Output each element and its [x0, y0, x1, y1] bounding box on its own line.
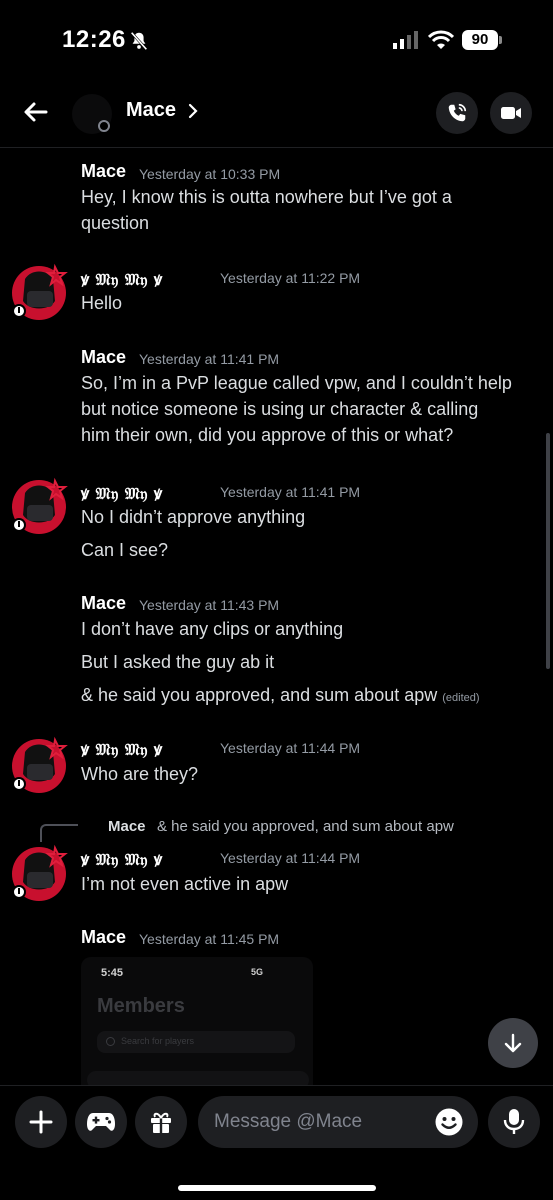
message-timestamp: Yesterday at 11:43 PM [139, 597, 280, 613]
phone-icon [448, 103, 467, 122]
offline-status-icon [98, 120, 110, 132]
user-avatar[interactable] [11, 734, 71, 794]
arrow-down-icon [504, 1033, 522, 1053]
video-call-button[interactable] [490, 92, 532, 134]
gamepad-icon [87, 1113, 115, 1131]
message-text: Who are they? [81, 764, 199, 784]
activities-button[interactable] [75, 1096, 127, 1148]
gift-icon [151, 1112, 171, 1133]
reply-preview[interactable]: & he said you approved, and sum about ap… [157, 818, 454, 835]
chat-header: Mace [0, 80, 553, 148]
header-username[interactable]: Mace [126, 99, 176, 122]
image-attachment[interactable]: 5:45 5G Members Search for players [81, 957, 313, 1085]
video-camera-icon [501, 107, 521, 119]
attachment-time: 5:45 [101, 967, 124, 979]
message-timestamp: Yesterday at 11:44 PM [220, 850, 361, 866]
attachment-search-field: Search for players [97, 1031, 295, 1053]
edited-label: (edited) [442, 692, 480, 704]
message-list[interactable]: Mace Yesterday at 10:33 PM Hey, I know t… [0, 149, 553, 1085]
message-timestamp: Yesterday at 11:44 PM [220, 740, 361, 756]
message-timestamp: Yesterday at 11:22 PM [220, 270, 361, 286]
microphone-icon [503, 1109, 525, 1134]
chevron-right-icon[interactable] [186, 101, 200, 121]
back-arrow-icon[interactable] [20, 96, 52, 128]
cellular-signal-icon [393, 31, 418, 49]
home-indicator [178, 1185, 376, 1191]
message-input[interactable]: Message @Mace [198, 1096, 478, 1148]
emoji-icon[interactable] [434, 1107, 464, 1137]
message-text: question [81, 213, 150, 233]
message-timestamp: Yesterday at 10:33 PM [139, 166, 281, 182]
message-text: Hello [81, 293, 123, 313]
message-author[interactable]: ꝟ 𝔐𝔶 𝔐𝔶 ꝟ [81, 738, 163, 760]
voice-call-button[interactable] [436, 92, 478, 134]
message-text: & he said you approved, and sum about ap… [81, 682, 541, 711]
user-avatar[interactable] [11, 842, 71, 902]
attachment-search-placeholder: Search for players [121, 1036, 195, 1046]
message-text: I don’t have any clips or anything [81, 619, 344, 639]
message-text: Can I see? [81, 540, 169, 560]
message-author[interactable]: Mace [81, 347, 126, 368]
battery-tip [499, 36, 502, 44]
message-text: but notice someone is using ur character… [81, 399, 479, 419]
gift-button[interactable] [135, 1096, 187, 1148]
message-timestamp: Yesterday at 11:41 PM [220, 484, 361, 500]
message-text: Hey, I know this is outta nowhere but I’… [81, 187, 452, 207]
message-input-placeholder: Message @Mace [214, 1111, 363, 1132]
user-avatar[interactable] [11, 261, 71, 321]
message-author[interactable]: ꝟ 𝔐𝔶 𝔐𝔶 ꝟ [81, 848, 163, 870]
message-author[interactable]: Mace [81, 161, 126, 182]
wifi-icon [428, 30, 454, 49]
message-text: him their own, did you approve of this o… [81, 425, 454, 445]
user-avatar[interactable] [11, 475, 71, 535]
bell-slash-icon [130, 31, 148, 51]
message-author[interactable]: ꝟ 𝔐𝔶 𝔐𝔶 ꝟ [81, 268, 163, 290]
message-author[interactable]: Mace [81, 927, 126, 948]
jump-to-latest-button[interactable] [488, 1018, 538, 1068]
plus-icon [29, 1110, 53, 1134]
add-attachment-button[interactable] [15, 1096, 67, 1148]
attachment-filter-row [87, 1071, 309, 1085]
message-timestamp: Yesterday at 11:41 PM [139, 351, 280, 367]
status-bar: 12:26 90 [0, 0, 553, 80]
scrollbar[interactable] [546, 433, 550, 669]
search-icon [106, 1037, 115, 1046]
message-text: So, I’m in a PvP league called vpw, and … [81, 373, 512, 393]
message-composer: Message @Mace [0, 1085, 553, 1200]
battery-indicator: 90 [462, 30, 498, 50]
message-author[interactable]: ꝟ 𝔐𝔶 𝔐𝔶 ꝟ [81, 482, 163, 504]
message-text: No I didn’t approve anything [81, 507, 306, 527]
voice-message-button[interactable] [488, 1096, 540, 1148]
reply-connector [40, 824, 78, 842]
status-time: 12:26 [62, 26, 126, 53]
attachment-network: 5G [251, 967, 264, 977]
message-timestamp: Yesterday at 11:45 PM [139, 931, 280, 947]
attachment-title: Members [97, 995, 185, 1017]
message-text-content: & he said you approved, and sum about ap… [81, 685, 438, 705]
message-text: But I asked the guy ab it [81, 652, 275, 672]
reply-author[interactable]: Mace [108, 818, 146, 835]
message-text: I’m not even active in apw [81, 874, 289, 894]
message-author[interactable]: Mace [81, 593, 126, 614]
